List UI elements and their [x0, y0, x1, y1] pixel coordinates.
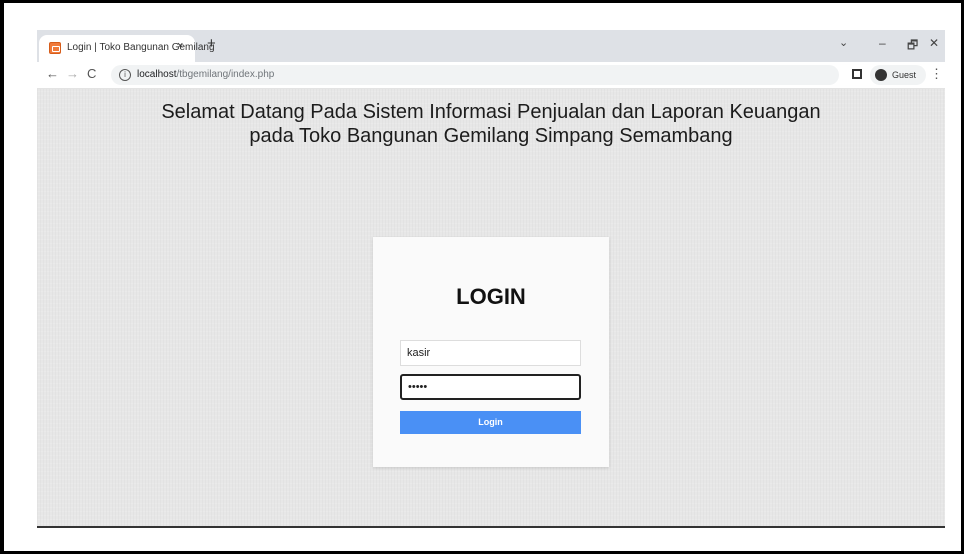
frame-border-top — [0, 0, 964, 3]
tab-title: Login | Toko Bangunan Gemilang — [67, 42, 215, 53]
tab-search-icon[interactable]: ⌄ — [839, 36, 848, 49]
frame-border-left — [0, 0, 4, 554]
heading-line-2: pada Toko Bangunan Gemilang Simpang Sema… — [249, 125, 733, 147]
more-menu-icon[interactable]: ⋮ — [930, 66, 943, 82]
forward-arrow-icon[interactable]: → — [66, 66, 79, 81]
browser-toolbar: ← → C i localhost/tbgemilang/index.php G… — [37, 62, 945, 89]
side-panel-icon[interactable] — [852, 69, 862, 79]
site-info-icon[interactable]: i — [119, 69, 131, 81]
new-tab-button[interactable]: + — [207, 35, 216, 52]
tab-login[interactable]: Login | Toko Bangunan Gemilang × — [39, 35, 215, 62]
profile-button[interactable]: Guest — [870, 65, 926, 85]
browser-window: Login | Toko Bangunan Gemilang × + ⌄ – 🗗… — [37, 30, 945, 528]
avatar-icon — [875, 69, 887, 81]
reload-icon[interactable]: C — [87, 66, 96, 81]
page-content: Selamat Datang Pada Sistem Informasi Pen… — [37, 89, 945, 528]
maximize-button[interactable]: 🗗 — [907, 36, 918, 57]
bottom-divider — [37, 526, 945, 528]
password-input[interactable] — [400, 374, 581, 400]
profile-label: Guest — [892, 70, 917, 80]
login-card: LOGIN Login — [373, 237, 609, 467]
back-arrow-icon[interactable]: ← — [46, 66, 59, 81]
login-title: LOGIN — [456, 284, 526, 309]
url-text: localhost/tbgemilang/index.php — [137, 69, 274, 80]
page-heading: Selamat Datang Pada Sistem Informasi Pen… — [37, 100, 945, 148]
url-host: localhost — [137, 69, 177, 80]
tab-strip: Login | Toko Bangunan Gemilang × + ⌄ – 🗗… — [37, 30, 945, 62]
address-bar[interactable]: i localhost/tbgemilang/index.php — [111, 65, 839, 85]
login-button[interactable]: Login — [400, 411, 581, 434]
heading-line-1: Selamat Datang Pada Sistem Informasi Pen… — [161, 101, 821, 123]
favicon-icon — [49, 42, 61, 54]
username-input[interactable] — [400, 340, 581, 366]
minimize-button[interactable]: – — [879, 36, 886, 50]
url-path: /tbgemilang/index.php — [176, 69, 275, 80]
tab-close-icon[interactable]: × — [177, 40, 183, 52]
close-window-button[interactable]: ✕ — [929, 36, 939, 50]
